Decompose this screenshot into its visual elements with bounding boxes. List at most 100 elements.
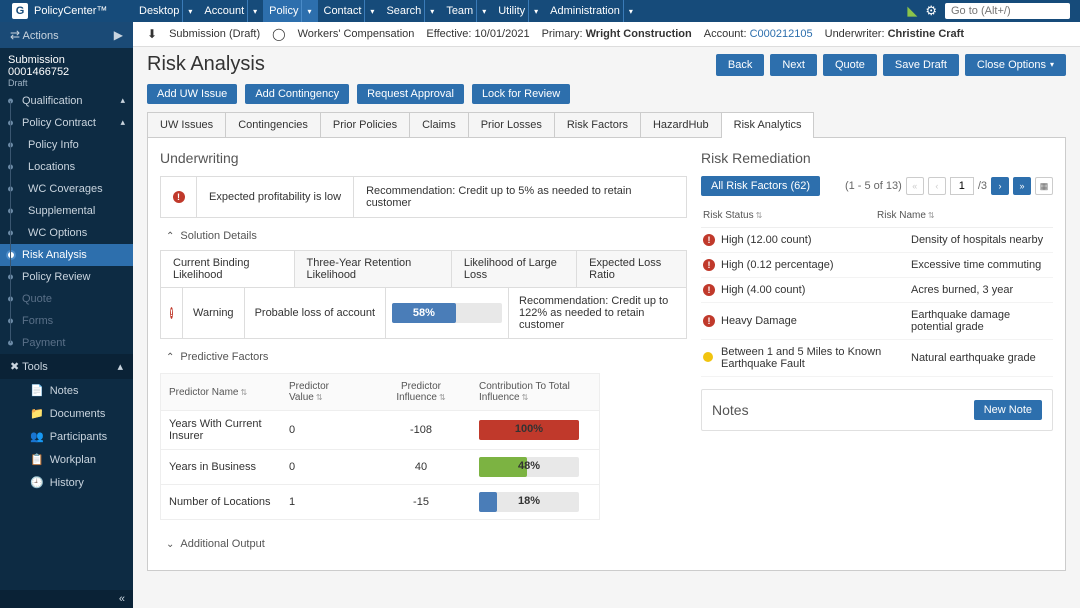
risk-row[interactable]: Between 1 and 5 Miles to Known Earthquak… [701,340,1053,377]
tool-workplan[interactable]: 📋Workplan [0,448,133,471]
chevron-down-icon: ▾ [364,0,374,22]
page-first[interactable]: « [906,177,924,195]
tab-risk-factors[interactable]: Risk Factors [554,112,641,137]
next-button[interactable]: Next [770,54,817,76]
submission-status: Draft [8,78,125,88]
product-icon: ◯ [272,27,285,41]
new-note-button[interactable]: New Note [974,400,1042,420]
innertab-current-binding-likelihood[interactable]: Current Binding Likelihood [161,251,295,287]
risk-row[interactable]: !High (12.00 count)Density of hospitals … [701,228,1053,253]
topmenu-team[interactable]: Team▾ [440,0,492,22]
tab-uw-issues[interactable]: UW Issues [147,112,226,137]
sort-icon[interactable]: ⇅ [928,211,935,220]
warning-recommendation: Recommendation: Credit up to 122% as nee… [509,288,686,338]
tab-prior-policies[interactable]: Prior Policies [320,112,410,137]
page-prev[interactable]: ‹ [928,177,946,195]
innertab-three-year-retention-likelihood[interactable]: Three-Year Retention Likelihood [295,251,452,287]
topmenu-utility[interactable]: Utility▾ [492,0,544,22]
tab-hazardhub[interactable]: HazardHub [640,112,722,137]
predictive-factors-expander[interactable]: ⌃ Predictive Factors [160,339,687,371]
pagination: (1 - 5 of 13) « ‹ /3 › » ▦ [845,177,1053,195]
sort-icon[interactable]: ⇅ [240,388,247,397]
sidebar-item-quote: Quote [0,288,133,310]
risk-row[interactable]: !Heavy DamageEarthquake damage potential… [701,303,1053,340]
sort-icon[interactable]: ⇅ [522,393,529,402]
save-draft-button[interactable]: Save Draft [883,54,959,76]
tab-prior-losses[interactable]: Prior Losses [468,112,555,137]
topmenu-desktop[interactable]: Desktop▾ [133,0,198,22]
predictors-table: Predictor Name⇅ Predictor Value⇅ Predict… [160,373,600,520]
sort-icon[interactable]: ⇅ [316,393,323,402]
sidebar-item-wc-coverages[interactable]: WC Coverages [0,178,133,200]
sidebar-collapse[interactable]: « [0,590,133,608]
tool-notes[interactable]: 📄Notes [0,379,133,402]
topmenu-search[interactable]: Search▾ [380,0,440,22]
add-contingency-button[interactable]: Add Contingency [245,84,349,104]
tab-claims[interactable]: Claims [409,112,469,137]
sidebar-actions[interactable]: ⇄ Actions ▶ [0,22,133,48]
sidebar-item-policy-review[interactable]: Policy Review [0,266,133,288]
topmenu-policy[interactable]: Policy▾ [263,0,317,22]
chevron-down-icon: ▾ [301,0,311,22]
tab-risk-analytics[interactable]: Risk Analytics [721,112,815,137]
account-link[interactable]: C000212105 [750,28,813,40]
page-input[interactable] [950,177,974,195]
title-bar: Risk Analysis BackNextQuoteSave DraftClo… [133,47,1080,84]
request-approval-button[interactable]: Request Approval [357,84,464,104]
alert-icon: ! [173,191,185,203]
binding-likelihood-row: ! Warning Probable loss of account 58% R… [160,287,687,339]
add-uw-issue-button[interactable]: Add UW Issue [147,84,237,104]
tool-documents[interactable]: 📁Documents [0,402,133,425]
global-search-input[interactable] [945,3,1070,19]
sidebar-tree: Qualification▴Policy Contract▴Policy Inf… [0,90,133,354]
sidebar-tools-header[interactable]: ✖ Tools ▴ [0,354,133,379]
risk-row[interactable]: !High (0.12 percentage)Excessive time co… [701,253,1053,278]
page-next[interactable]: › [991,177,1009,195]
solution-details-label: Solution Details [180,230,256,242]
close-options-button[interactable]: Close Options▾ [965,54,1066,76]
tools-list: 📄Notes📁Documents👥Participants📋Workplan🕘H… [0,379,133,494]
all-risk-factors-chip[interactable]: All Risk Factors (62) [701,176,820,196]
risk-row[interactable]: !High (4.00 count)Acres burned, 3 year [701,278,1053,303]
sidebar-item-qualification[interactable]: Qualification▴ [0,90,133,112]
sidebar-item-policy-info[interactable]: Policy Info [0,134,133,156]
sidebar-item-locations[interactable]: Locations [0,156,133,178]
sidebar-item-wc-options[interactable]: WC Options [0,222,133,244]
chevron-up-icon: ⌃ [166,231,174,242]
sidebar-item-supplemental[interactable]: Supplemental [0,200,133,222]
grid-view-icon[interactable]: ▦ [1035,177,1053,195]
sort-icon[interactable]: ⇅ [756,211,763,220]
additional-output-expander[interactable]: ⌄ Additional Output [160,520,687,558]
page-last[interactable]: » [1013,177,1031,195]
info-underwriter: Underwriter: Christine Craft [825,28,964,40]
top-right: ◣ ⚙ [907,3,1080,19]
tool-history[interactable]: 🕘History [0,471,133,494]
info-effective: Effective: 10/01/2021 [426,28,529,40]
quote-button[interactable]: Quote [823,54,877,76]
gear-icon[interactable]: ⚙ [925,3,937,19]
binding-progress-fill: 58% [392,303,456,323]
predictor-row: Years With Current Insurer0-108100% [161,410,599,449]
download-icon[interactable]: ⬇ [147,27,157,41]
additional-output-label: Additional Output [180,538,264,550]
actions-label: Actions [23,30,59,42]
sort-icon[interactable]: ⇅ [439,393,446,402]
info-product: Workers' Compensation [298,28,415,40]
bookmark-icon[interactable]: ◣ [907,3,917,19]
binding-progress: 58% [392,303,502,323]
topmenu-contact[interactable]: Contact▾ [318,0,381,22]
tool-participants[interactable]: 👥Participants [0,425,133,448]
topmenu-account[interactable]: Account▾ [198,0,263,22]
info-account: Account: C000212105 [704,28,813,40]
sidebar-item-risk-analysis[interactable]: Risk Analysis [0,244,133,266]
back-button[interactable]: Back [716,54,764,76]
sidebar-item-policy-contract[interactable]: Policy Contract▴ [0,112,133,134]
lock-for-review-button[interactable]: Lock for Review [472,84,570,104]
innertab-expected-loss-ratio[interactable]: Expected Loss Ratio [577,251,686,287]
solution-details-expander[interactable]: ⌃ Solution Details [160,218,687,250]
topmenu-administration[interactable]: Administration▾ [544,0,639,22]
warning-label: Warning [183,288,245,338]
tab-contingencies[interactable]: Contingencies [225,112,321,137]
innertab-likelihood-of-large-loss[interactable]: Likelihood of Large Loss [452,251,577,287]
sidebar-item-payment: Payment [0,332,133,354]
